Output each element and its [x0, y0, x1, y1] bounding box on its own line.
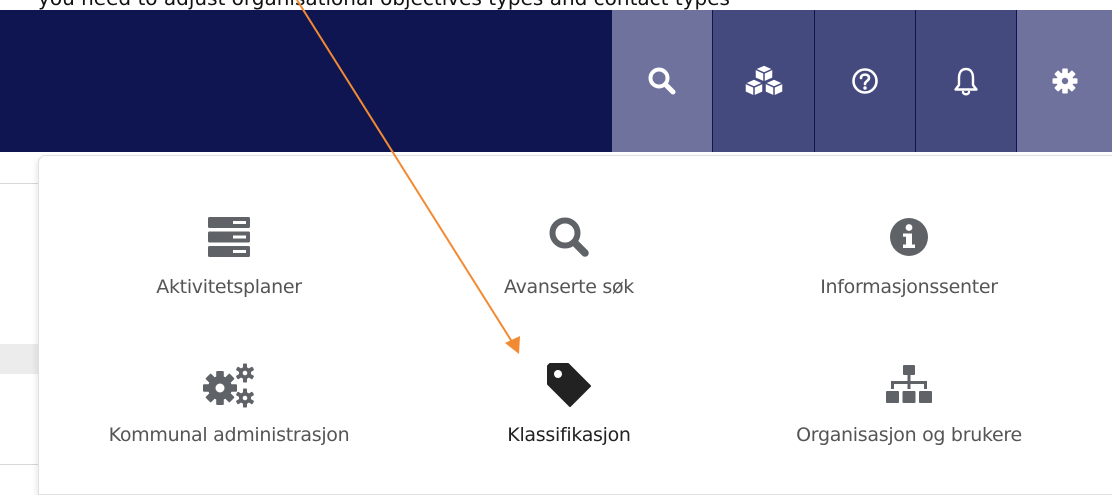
- server-stack-icon: [208, 217, 250, 257]
- search-button[interactable]: [612, 10, 712, 152]
- cubes-icon: [744, 64, 783, 97]
- menu-item-label: Informasjonssenter: [820, 276, 998, 298]
- search-icon: [648, 67, 676, 95]
- help-button[interactable]: [815, 10, 915, 152]
- settings-dropdown-menu: Aktivitetsplaner Avanserte søk Informasj…: [38, 155, 1112, 495]
- page-divider: [0, 183, 38, 184]
- menu-item-organisasjon-og-brukere[interactable]: Organisasjon og brukere: [739, 344, 1079, 484]
- menu-item-klassifikasjon[interactable]: Klassifikasjon: [399, 344, 739, 484]
- menu-item-label: Kommunal administrasjon: [108, 424, 350, 446]
- caption-strip: you need to adjust organisational object…: [0, 0, 1112, 10]
- page-divider: [0, 464, 38, 465]
- page-row-background: [0, 344, 38, 374]
- menu-item-avanserte-sok[interactable]: Avanserte søk: [399, 196, 739, 336]
- menu-item-kommunal-administrasjon[interactable]: Kommunal administrasjon: [59, 344, 399, 484]
- menu-item-label: Aktivitetsplaner: [156, 276, 302, 298]
- menu-item-label: Organisasjon og brukere: [796, 424, 1022, 446]
- help-circle-icon: [852, 68, 878, 94]
- menu-item-aktivitetsplaner[interactable]: Aktivitetsplaner: [59, 196, 399, 336]
- settings-button[interactable]: [1017, 10, 1112, 152]
- info-circle-icon: [890, 218, 928, 256]
- caption-text: you need to adjust organisational object…: [38, 0, 730, 10]
- apps-button[interactable]: [713, 10, 814, 152]
- menu-item-label: Avanserte søk: [503, 276, 635, 298]
- menu-item-informasjonssenter[interactable]: Informasjonssenter: [739, 196, 1079, 336]
- gears-icon: [203, 363, 254, 408]
- tag-icon: [547, 363, 591, 407]
- sitemap-icon: [886, 365, 932, 403]
- gear-icon: [1052, 68, 1077, 94]
- bell-icon: [954, 67, 978, 96]
- notifications-button[interactable]: [916, 10, 1016, 152]
- menu-item-label: Klassifikasjon: [507, 424, 631, 446]
- search-icon: [549, 217, 589, 257]
